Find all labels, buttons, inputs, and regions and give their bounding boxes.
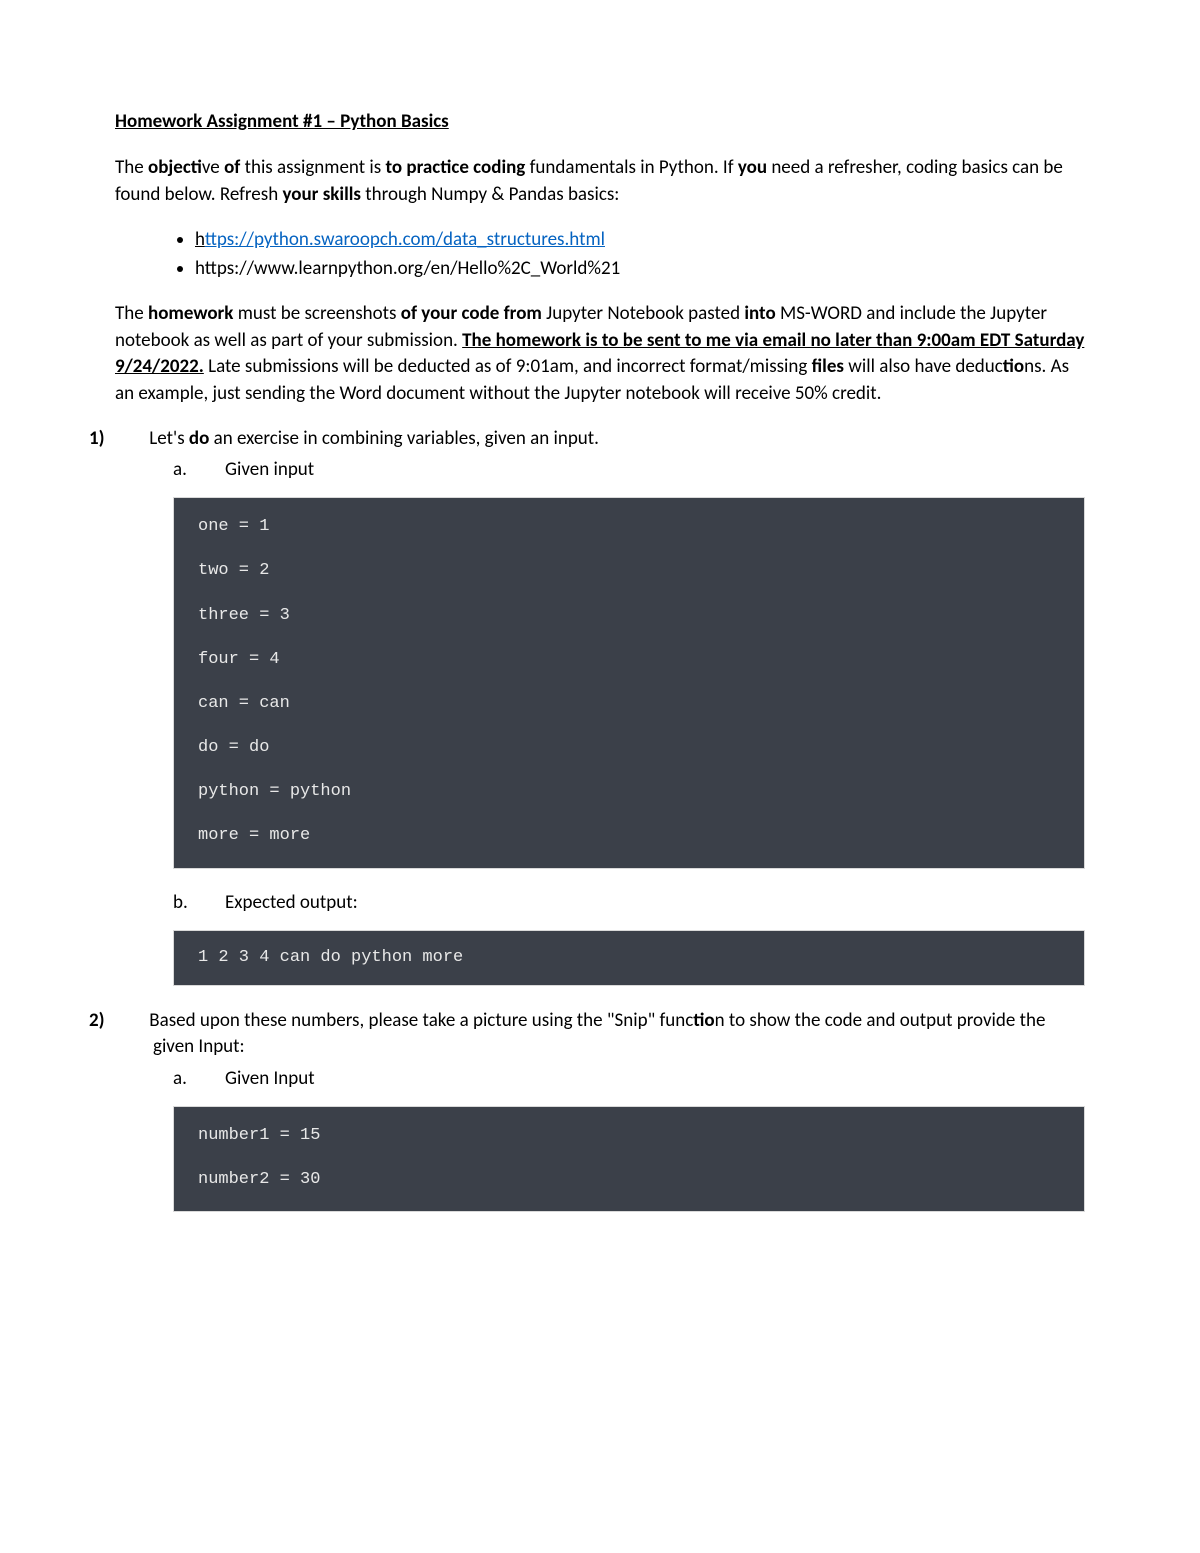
- text: you: [738, 156, 772, 179]
- text: do: [189, 427, 214, 450]
- text: homework: [148, 302, 238, 325]
- text: tio: [1003, 355, 1024, 378]
- text: through Numpy & Pandas basics:: [365, 183, 619, 206]
- question-1-sub-a: a.Given input: [115, 458, 1085, 481]
- code-block-3: number1 = 15 number2 = 30: [173, 1106, 1085, 1212]
- link-text: https://www.learnpython.org/en/Hello%2C_…: [195, 257, 620, 280]
- text: The: [115, 302, 148, 325]
- text: Late submissions will be deducted as of …: [204, 355, 812, 378]
- text: an exercise in combining variables, give…: [214, 427, 599, 450]
- document-title: Homework Assignment #1 – Python Basics: [115, 110, 1085, 133]
- text: Let's: [149, 427, 189, 450]
- intro-paragraph: The objective of this assignment is to p…: [115, 155, 1085, 208]
- text: Jupyter Notebook pasted: [546, 302, 744, 325]
- sub-label: b.: [199, 891, 225, 914]
- question-1-sub-b: b.Expected output:: [115, 891, 1085, 914]
- text: objecti: [148, 156, 202, 179]
- sub-label: a.: [199, 1067, 225, 1090]
- list-item: https://www.learnpython.org/en/Hello%2C_…: [195, 255, 1085, 284]
- text: Based upon these numbers, please take a …: [149, 1009, 693, 1032]
- text: your skills: [282, 183, 365, 206]
- list-item: https://python.swaroopch.com/data_struct…: [195, 226, 1085, 255]
- code-block-1: one = 1 two = 2 three = 3 four = 4 can =…: [173, 497, 1085, 868]
- sub-text: Expected output:: [225, 891, 358, 914]
- link-text[interactable]: h: [195, 228, 205, 251]
- text: files: [812, 355, 849, 378]
- question-number: 1): [121, 426, 145, 453]
- text: to practice coding: [385, 156, 529, 179]
- text: of your code from: [401, 302, 546, 325]
- sub-label: a.: [199, 458, 225, 481]
- link-list: https://python.swaroopch.com/data_struct…: [115, 226, 1085, 283]
- question-2-sub-a: a.Given Input: [115, 1067, 1085, 1090]
- document-page: Homework Assignment #1 – Python Basics T…: [0, 0, 1200, 1294]
- text: must be screenshots: [238, 302, 401, 325]
- text: this assignment is: [245, 156, 386, 179]
- text: The: [115, 156, 148, 179]
- code-block-2: 1 2 3 4 can do python more: [173, 930, 1085, 986]
- question-number: 2): [121, 1008, 145, 1035]
- hyperlink[interactable]: ttps://python.swaroopch.com/data_structu…: [205, 228, 605, 251]
- text: into: [744, 302, 780, 325]
- question-1: 1) Let's do an exercise in combining var…: [115, 426, 1085, 453]
- question-2: 2) Based upon these numbers, please take…: [115, 1008, 1085, 1061]
- text: fundamentals in Python. If: [530, 156, 738, 179]
- text: will also have deduc: [848, 355, 1003, 378]
- sub-text: Given Input: [225, 1067, 315, 1090]
- text: of: [224, 156, 245, 179]
- sub-text: Given input: [225, 458, 314, 481]
- text: tio: [693, 1009, 714, 1032]
- text: ve: [202, 156, 224, 179]
- submission-paragraph: The homework must be screenshots of your…: [115, 301, 1085, 407]
